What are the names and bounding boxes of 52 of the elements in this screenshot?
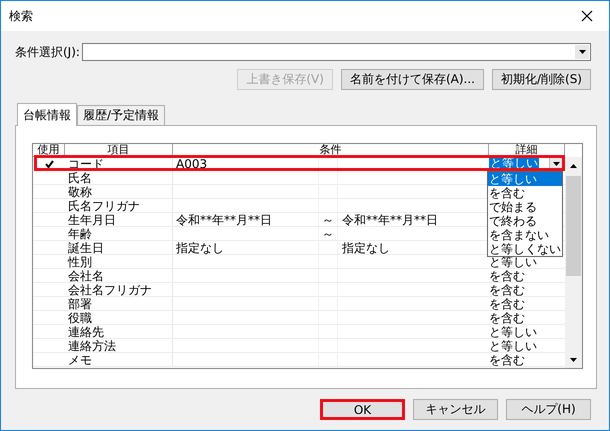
condition-value: 令和**年**月**日: [342, 213, 438, 227]
tab[interactable]: 履歴/予定情報: [77, 105, 166, 125]
detail-value: を含む: [489, 353, 525, 367]
dropdown-option[interactable]: で終わる: [488, 214, 562, 228]
detail-value: を含む: [489, 311, 525, 325]
item-label: メモ: [68, 353, 92, 367]
scroll-thumb[interactable]: [566, 176, 581, 276]
item-label: 敬称: [68, 185, 92, 199]
scroll-down-icon: [570, 358, 577, 362]
save-option-button[interactable]: 初期化/削除(S): [492, 69, 591, 90]
item-label: 年齢: [68, 227, 92, 241]
item-label: 生年月日: [68, 213, 116, 227]
condition-value: 令和**年**月**日: [176, 213, 272, 227]
dropdown-arrow-icon: [553, 162, 560, 166]
detail-value: を含む: [489, 283, 525, 297]
scroll-up-icon: [570, 164, 577, 168]
dropdown-arrow-icon: [578, 50, 586, 54]
dropdown-option[interactable]: と等しくない: [488, 242, 562, 256]
item-label: 氏名: [68, 171, 92, 185]
item-label: 連絡方法: [68, 339, 116, 353]
detail-value: と等しい: [489, 339, 537, 353]
item-label: 性別: [68, 255, 92, 269]
dialog-button[interactable]: キャンセル: [413, 399, 498, 420]
item-label: 氏名フリガナ: [68, 199, 140, 213]
dropdown-option[interactable]: で始まる: [488, 200, 562, 214]
item-label: 部署: [68, 297, 92, 311]
field-label: 条件選択(J):: [15, 44, 80, 60]
condition-dropdown[interactable]: [82, 43, 591, 61]
item-label: 会社名: [68, 269, 104, 283]
condition-value: 指定なし: [342, 241, 390, 255]
detail-value: と等しい: [489, 325, 537, 339]
dropdown-option[interactable]: と等しい: [488, 172, 562, 186]
item-label: 役職: [68, 311, 92, 325]
condition-value: 指定なし: [176, 241, 224, 255]
save-option-button[interactable]: 名前を付けて保存(A)...: [340, 69, 484, 90]
range-mark: ～: [322, 227, 334, 241]
dialog-button[interactable]: OK: [320, 399, 405, 420]
item-label: 連絡先: [68, 325, 104, 339]
tab[interactable]: 台帳情報: [17, 103, 77, 126]
range-mark: ～: [322, 213, 334, 227]
scrollbar[interactable]: [565, 157, 582, 368]
detail-value: と等しい: [489, 255, 537, 269]
detail-value: を含む: [489, 269, 525, 283]
detail-value: を含む: [489, 297, 525, 311]
dropdown-option[interactable]: を含む: [488, 186, 562, 200]
condition-value: A003: [176, 157, 208, 171]
dropdown-option[interactable]: を含まない: [488, 228, 562, 242]
dialog-button[interactable]: ヘルプ(H): [506, 399, 591, 420]
window-title: 検索: [9, 8, 33, 24]
item-label: 会社名フリガナ: [68, 283, 152, 297]
close-icon: [581, 10, 593, 22]
item-label: 誕生日: [68, 241, 104, 255]
